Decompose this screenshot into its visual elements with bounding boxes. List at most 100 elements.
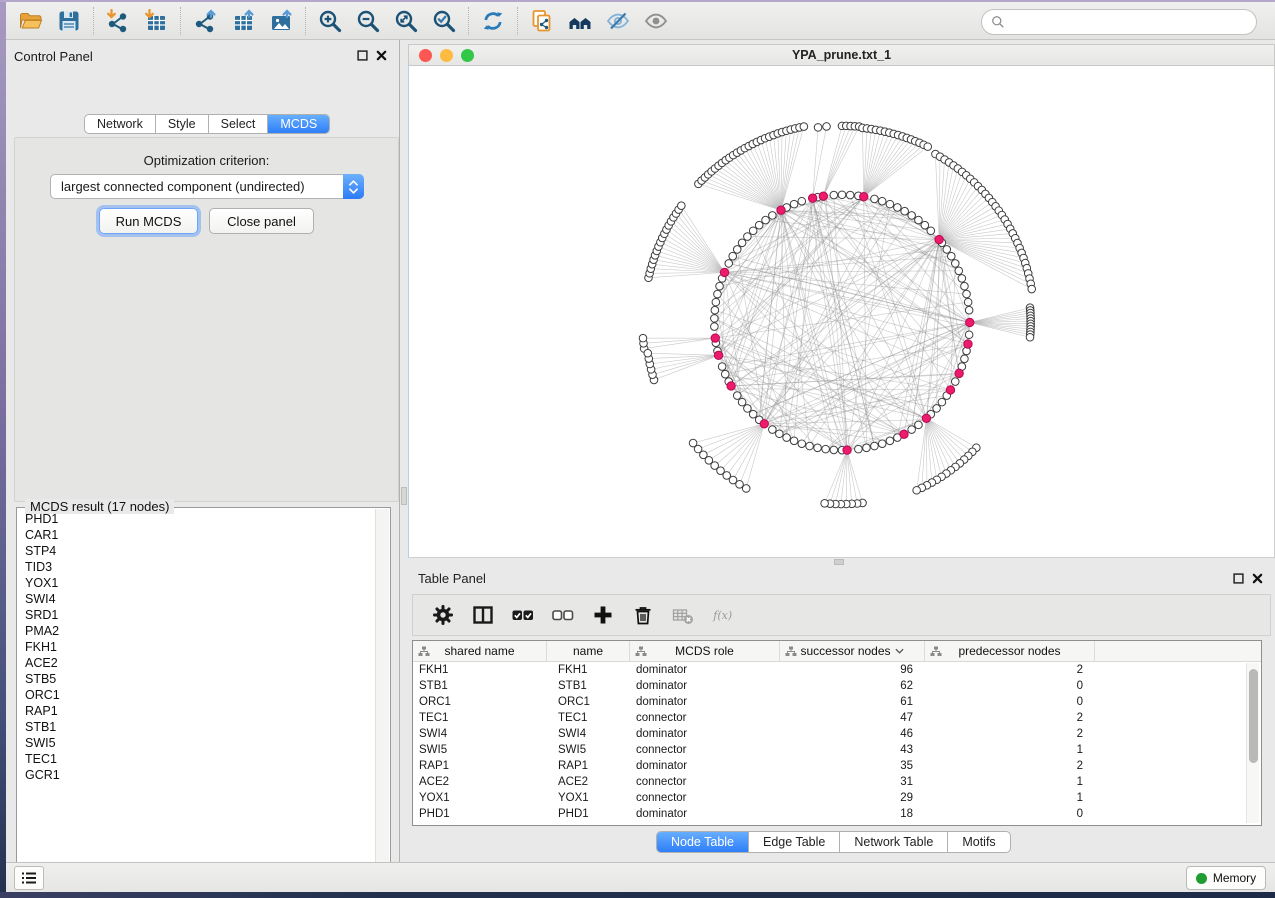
table-row[interactable]: SWI4SWI4dominator462 <box>413 726 1261 742</box>
show-all-button[interactable] <box>637 5 675 37</box>
mcds-result-item[interactable]: STB1 <box>18 719 376 735</box>
mcds-result-item[interactable]: CAR1 <box>18 527 376 543</box>
deselect-all-rows-button[interactable] <box>545 598 581 632</box>
plus-icon <box>592 604 614 626</box>
table-scrollbar-thumb[interactable] <box>1249 669 1258 763</box>
save-session-button[interactable] <box>50 5 88 37</box>
table-tab-network-table[interactable]: Network Table <box>840 832 948 852</box>
memory-button[interactable]: Memory <box>1186 866 1266 890</box>
mcds-result-item[interactable]: ACE2 <box>18 655 376 671</box>
mcds-result-item[interactable]: TEC1 <box>18 751 376 767</box>
network-graph[interactable] <box>409 66 1274 557</box>
table-cell: SWI4 <box>413 726 547 742</box>
mcds-result-item[interactable]: YOX1 <box>18 575 376 591</box>
search-input[interactable] <box>1011 15 1256 29</box>
splitter-handle[interactable] <box>401 487 407 505</box>
mcds-result-item[interactable]: PHD1 <box>18 511 376 527</box>
tab-select[interactable]: Select <box>209 115 269 133</box>
float-table-panel-icon[interactable] <box>1233 573 1244 584</box>
column-header-successor-nodes[interactable]: successor nodes <box>780 641 925 661</box>
mcds-result-list[interactable]: PHD1CAR1STP4TID3YOX1SWI4SRD1PMA2FKH1ACE2… <box>18 511 376 878</box>
zoom-in-button[interactable] <box>311 5 349 37</box>
table-cell: PHD1 <box>547 806 630 822</box>
mcds-result-item[interactable]: GCR1 <box>18 767 376 783</box>
node-table: shared namenameMCDS rolesuccessor nodesp… <box>412 640 1262 826</box>
close-panel-icon[interactable] <box>376 50 387 61</box>
table-cell: 96 <box>780 662 925 678</box>
table-cell: dominator <box>630 662 780 678</box>
table-scrollbar[interactable] <box>1246 663 1259 823</box>
table-row[interactable]: ACE2ACE2connector311 <box>413 774 1261 790</box>
zoom-fit-button[interactable] <box>387 5 425 37</box>
close-panel-button[interactable]: Close panel <box>209 208 314 234</box>
automation-panel-button[interactable] <box>14 866 44 890</box>
save-icon <box>57 9 81 33</box>
table-row[interactable]: FKH1FKH1dominator962 <box>413 662 1261 678</box>
mcds-result-item[interactable]: TID3 <box>18 559 376 575</box>
list-menu-icon <box>21 871 37 885</box>
toolbar-separator <box>93 7 94 35</box>
close-table-panel-icon[interactable] <box>1252 573 1263 584</box>
select-all-rows-button[interactable] <box>505 598 541 632</box>
refresh-view-button[interactable] <box>474 5 512 37</box>
zoom-out-button[interactable] <box>349 5 387 37</box>
export-image-button[interactable] <box>262 5 300 37</box>
table-row[interactable]: ORC1ORC1dominator610 <box>413 694 1261 710</box>
float-panel-icon[interactable] <box>357 50 368 61</box>
column-header-MCDS-role[interactable]: MCDS role <box>630 641 780 661</box>
table-row[interactable]: YOX1YOX1connector291 <box>413 790 1261 806</box>
table-tab-node-table[interactable]: Node Table <box>657 832 749 852</box>
column-header-shared-name[interactable]: shared name <box>413 641 547 661</box>
export-table-button[interactable] <box>224 5 262 37</box>
table-row[interactable]: PHD1PHD1dominator180 <box>413 806 1261 822</box>
table-row[interactable]: TEC1TEC1connector472 <box>413 710 1261 726</box>
mcds-result-item[interactable]: STB5 <box>18 671 376 687</box>
mcds-list-scrollbar[interactable] <box>375 509 389 878</box>
zoom-selected-button[interactable] <box>425 5 463 37</box>
first-neighbors-button[interactable] <box>561 5 599 37</box>
table-cell: 61 <box>780 694 925 710</box>
add-column-button[interactable] <box>585 598 621 632</box>
table-row[interactable]: RAP1RAP1dominator352 <box>413 758 1261 774</box>
run-mcds-button[interactable]: Run MCDS <box>99 208 198 234</box>
export-network-button[interactable] <box>186 5 224 37</box>
delete-column-button[interactable] <box>625 598 661 632</box>
mcds-result-item[interactable]: SWI4 <box>18 591 376 607</box>
tab-mcds[interactable]: MCDS <box>268 115 329 133</box>
table-cell: RAP1 <box>547 758 630 774</box>
import-table-button[interactable] <box>137 5 175 37</box>
criterion-dropdown[interactable]: largest connected component (undirected) <box>50 174 364 199</box>
tab-style[interactable]: Style <box>156 115 209 133</box>
mcds-result-item[interactable]: SWI5 <box>18 735 376 751</box>
search-box[interactable] <box>981 9 1257 35</box>
open-session-button[interactable] <box>12 5 50 37</box>
control-panel-tabs: NetworkStyleSelectMCDS <box>84 114 330 134</box>
table-settings-button[interactable] <box>425 598 461 632</box>
import-network-button[interactable] <box>99 5 137 37</box>
mcds-result-item[interactable]: STP4 <box>18 543 376 559</box>
table-cell: dominator <box>630 758 780 774</box>
horizontal-splitter-handle[interactable] <box>834 559 844 565</box>
mcds-result-item[interactable]: PMA2 <box>18 623 376 639</box>
mcds-result-item[interactable]: ORC1 <box>18 687 376 703</box>
mcds-result-item[interactable]: RAP1 <box>18 703 376 719</box>
column-header-name[interactable]: name <box>547 641 630 661</box>
duplicate-network-icon <box>530 9 554 33</box>
table-tab-edge-table[interactable]: Edge Table <box>749 832 840 852</box>
gear-icon <box>432 604 454 626</box>
table-tab-motifs[interactable]: Motifs <box>948 832 1009 852</box>
table-row[interactable]: SWI5SWI5connector431 <box>413 742 1261 758</box>
column-visibility-button[interactable] <box>465 598 501 632</box>
mcds-result-item[interactable]: FKH1 <box>18 639 376 655</box>
hide-selected-button[interactable] <box>599 5 637 37</box>
tab-network[interactable]: Network <box>85 115 156 133</box>
table-delete-icon <box>672 604 694 626</box>
network-canvas[interactable] <box>408 66 1275 558</box>
duplicate-network-button[interactable] <box>523 5 561 37</box>
network-window-titlebar[interactable]: YPA_prune.txt_1 <box>408 44 1275 66</box>
column-header-predecessor-nodes[interactable]: predecessor nodes <box>925 641 1095 661</box>
vertical-splitter[interactable] <box>400 40 408 862</box>
table-row[interactable]: STB1STB1dominator620 <box>413 678 1261 694</box>
mcds-result-item[interactable]: SRD1 <box>18 607 376 623</box>
toolbar-separator <box>468 7 469 35</box>
